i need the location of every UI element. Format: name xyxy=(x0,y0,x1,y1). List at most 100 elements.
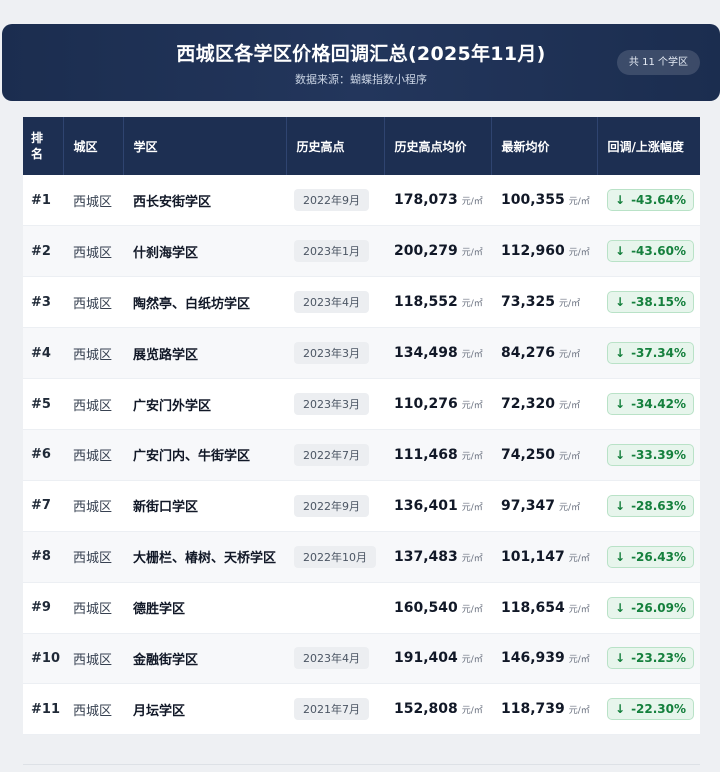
price-unit: 元/㎡ xyxy=(461,451,483,462)
school-cell: 德胜学区 xyxy=(133,602,186,618)
price-unit: 元/㎡ xyxy=(559,401,581,411)
price-unit: 元/㎡ xyxy=(568,248,590,259)
latest-price: 100,355 xyxy=(501,192,565,209)
rank-cell: #4 xyxy=(31,345,51,361)
peak-date-cell: 2022年10月 xyxy=(286,531,384,582)
change-badge: ↓ -38.15% xyxy=(607,291,695,314)
district-cell: 西城区 xyxy=(73,449,113,465)
latest-price-cell: 101,147 元/㎡ xyxy=(491,531,597,582)
latest-price-cell: 112,960 元/㎡ xyxy=(491,226,597,277)
peak-price: 134,498 xyxy=(394,345,458,362)
change-badge: ↓ -28.63% xyxy=(607,494,695,517)
change-value: -33.39% xyxy=(631,447,687,462)
rank-cell: #5 xyxy=(31,396,51,412)
rank-cell: #10 xyxy=(31,650,60,666)
price-unit: 元/㎡ xyxy=(461,604,483,615)
arrow-down-icon: ↓ xyxy=(615,600,626,615)
school-cell: 西长安街学区 xyxy=(133,194,212,210)
change-cell: ↓ -22.30% xyxy=(597,684,700,735)
change-value: -43.60% xyxy=(631,244,687,259)
arrow-down-icon: ↓ xyxy=(615,651,626,666)
change-cell: ↓ -26.43% xyxy=(597,531,700,582)
school-cell: 广安门内、牛街学区 xyxy=(133,449,251,465)
ranking-table: 排名 城区 学区 历史高点 历史高点均价 最新均价 回调/上涨幅度 #1 西城区… xyxy=(23,117,700,736)
latest-price-cell: 84,276 元/㎡ xyxy=(491,328,597,379)
peak-price-cell: 200,279 元/㎡ xyxy=(384,226,491,277)
change-badge: ↓ -22.30% xyxy=(607,698,695,721)
col-header-school: 学区 xyxy=(123,117,287,175)
peak-date-pill: 2023年4月 xyxy=(294,647,369,670)
peak-date-cell: 2023年4月 xyxy=(286,633,384,684)
rank-cell: #9 xyxy=(31,600,51,616)
arrow-down-icon: ↓ xyxy=(615,549,626,564)
table-row: #9 西城区 德胜学区 160,540 元/㎡ 118,654 元/㎡ ↓ -26.0… xyxy=(23,582,700,634)
col-header-district: 城区 xyxy=(63,117,124,175)
change-value: -26.09% xyxy=(631,600,687,615)
table-header-row: 排名 城区 学区 历史高点 历史高点均价 最新均价 回调/上涨幅度 xyxy=(23,117,700,175)
arrow-down-icon: ↓ xyxy=(615,346,626,361)
latest-price: 146,939 xyxy=(501,650,565,667)
price-unit: 元/㎡ xyxy=(568,706,590,717)
rank-cell: #11 xyxy=(31,701,60,717)
table-row: #7 西城区 新街口学区 2022年9月 136,401 元/㎡ 97,347 元/… xyxy=(23,480,700,532)
change-cell: ↓ -33.39% xyxy=(597,429,700,480)
table-row: #6 西城区 广安门内、牛街学区 2022年7月 111,468 元/㎡ 74,2… xyxy=(23,429,700,481)
school-cell: 什刹海学区 xyxy=(133,245,199,261)
peak-price: 137,483 xyxy=(394,548,458,565)
latest-price-cell: 74,250 元/㎡ xyxy=(491,429,597,480)
price-unit: 元/㎡ xyxy=(461,706,483,717)
district-cell: 西城区 xyxy=(73,245,113,261)
count-badge: 共 11 个学区 xyxy=(616,50,700,75)
table-row: #11 西城区 月坛学区 2021年7月 152,808 元/㎡ 118,739 元… xyxy=(23,684,700,735)
peak-date-cell: 2022年7月 xyxy=(286,429,384,480)
peak-date-cell: 2023年3月 xyxy=(286,379,384,430)
district-cell: 西城区 xyxy=(73,500,113,516)
peak-date-pill: 2022年9月 xyxy=(294,494,369,517)
table-row: #3 西城区 陶然亭、白纸坊学区 2023年4月 118,552 元/㎡ 73,3… xyxy=(23,277,700,328)
peak-date-cell: 2023年3月 xyxy=(286,328,384,379)
school-cell: 金融街学区 xyxy=(133,652,199,668)
col-header-peak-date: 历史高点 xyxy=(286,117,385,175)
page-title: 西城区各学区价格回调汇总(2025年11月) xyxy=(176,43,546,65)
arrow-down-icon: ↓ xyxy=(615,498,626,513)
latest-price-cell: 118,739 元/㎡ xyxy=(491,684,597,735)
change-badge: ↓ -26.43% xyxy=(607,545,695,568)
school-cell: 展览路学区 xyxy=(133,347,199,363)
rank-cell: #8 xyxy=(31,549,51,565)
peak-price-cell: 134,498 元/㎡ xyxy=(384,328,491,379)
price-unit: 元/㎡ xyxy=(461,553,483,564)
rank-cell: #2 xyxy=(31,243,51,259)
school-cell: 大栅栏、椿树、天桥学区 xyxy=(133,551,277,567)
page: 蝴蝶指数 蝴蝶指数 蝴蝶指数 蝴蝶指数 蝴蝶指数 西城区各学区价格回调汇总(20… xyxy=(0,0,720,772)
price-unit: 元/㎡ xyxy=(559,502,581,513)
change-cell: ↓ -34.42% xyxy=(597,379,700,430)
rank-cell: #1 xyxy=(31,192,51,208)
price-unit: 元/㎡ xyxy=(559,350,581,361)
latest-price-cell: 146,939 元/㎡ xyxy=(491,633,597,684)
price-unit: 元/㎡ xyxy=(568,655,590,666)
peak-date-pill: 2022年7月 xyxy=(294,443,369,466)
change-value: -26.43% xyxy=(631,549,687,564)
price-unit: 元/㎡ xyxy=(461,299,483,310)
change-cell: ↓ -26.09% xyxy=(597,582,700,633)
district-cell: 西城区 xyxy=(73,296,113,312)
peak-price: 110,276 xyxy=(394,396,458,412)
rank-cell: #7 xyxy=(31,498,51,514)
district-cell: 西城区 xyxy=(73,398,113,414)
change-cell: ↓ -43.64% xyxy=(597,175,700,226)
peak-price: 160,540 xyxy=(394,599,458,616)
district-cell: 西城区 xyxy=(73,602,113,618)
arrow-down-icon: ↓ xyxy=(615,295,626,310)
table-row: #1 西城区 西长安街学区 2022年9月 178,073 元/㎡ 100,355… xyxy=(23,175,700,226)
peak-price-cell: 160,540 元/㎡ xyxy=(384,582,491,633)
peak-date-pill: 2022年10月 xyxy=(294,545,376,568)
peak-price: 191,404 xyxy=(394,650,458,667)
peak-date-pill: 2023年3月 xyxy=(294,342,369,365)
change-cell: ↓ -37.34% xyxy=(597,328,700,379)
change-badge: ↓ -43.60% xyxy=(607,240,695,263)
table-row: #8 西城区 大栅栏、椿树、天桥学区 2022年10月 137,483 元/㎡ 1… xyxy=(23,531,700,583)
peak-price: 118,552 xyxy=(394,294,458,311)
latest-price: 118,654 xyxy=(501,599,565,616)
peak-date-pill: 2023年1月 xyxy=(294,240,369,263)
district-cell: 西城区 xyxy=(73,347,113,363)
